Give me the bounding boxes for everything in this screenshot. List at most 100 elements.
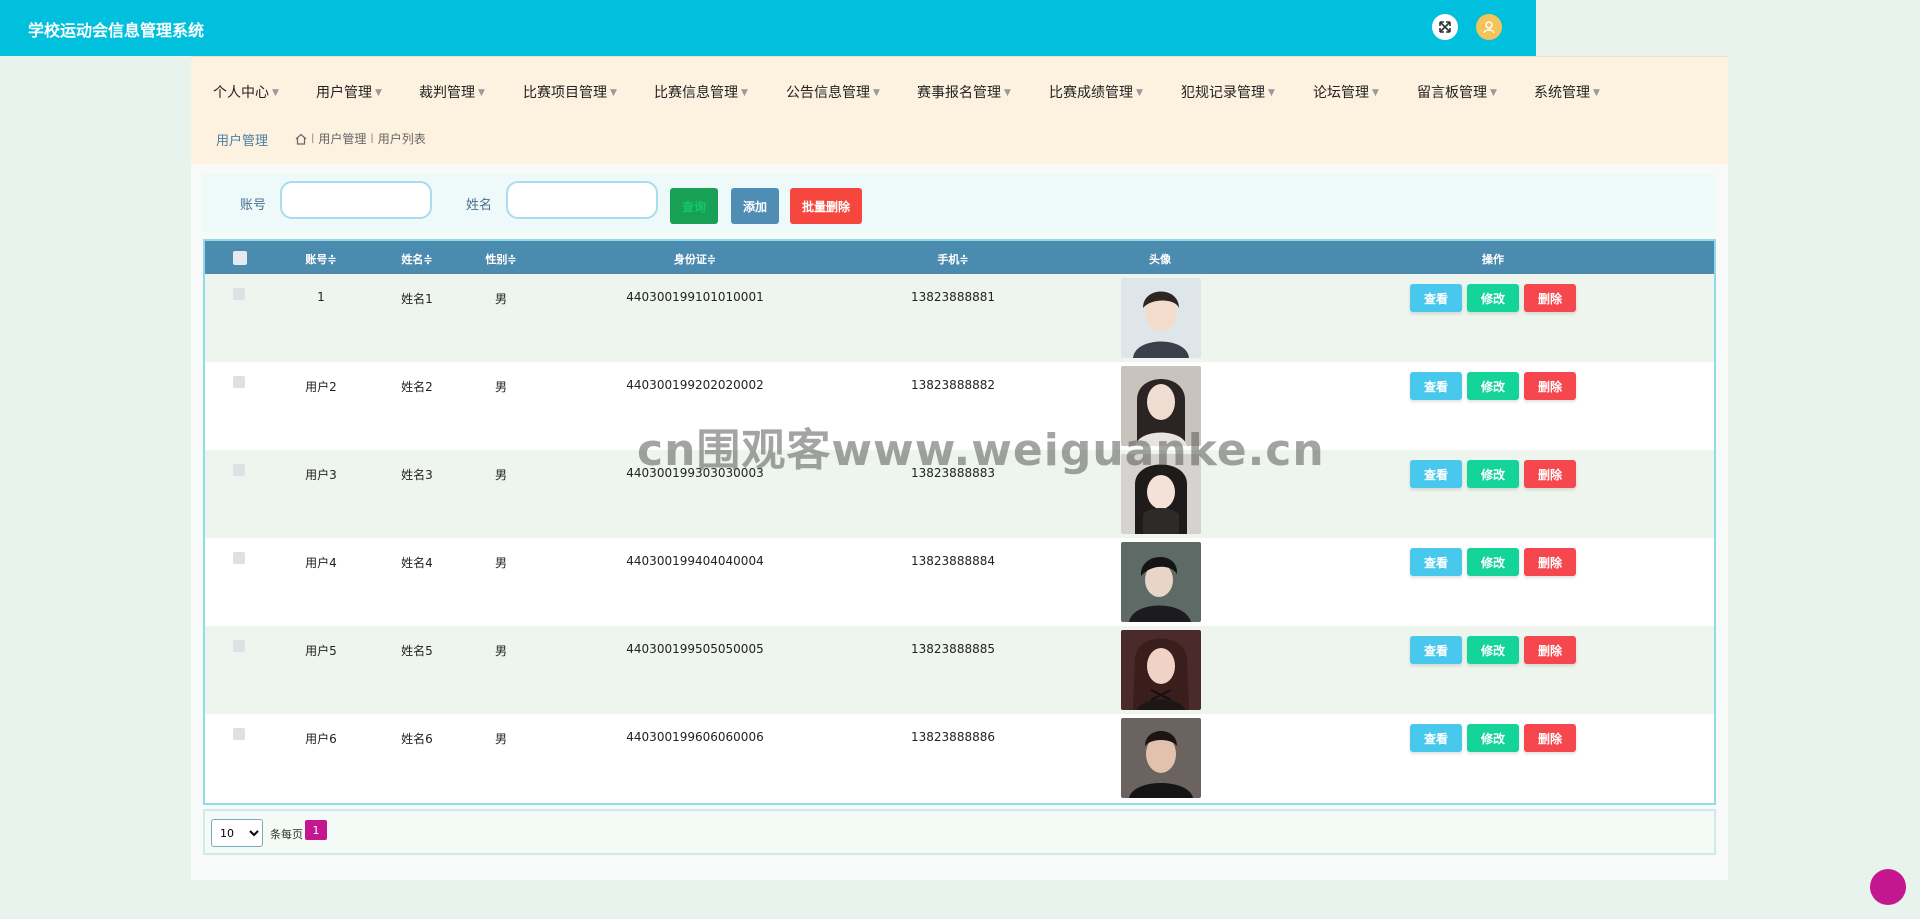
caret-down-icon: ▼	[272, 88, 279, 98]
edit-button[interactable]: 修改	[1467, 724, 1519, 752]
nav-item-foul-record-management[interactable]: 犯规记录管理 ▼	[1181, 82, 1275, 102]
caret-down-icon: ▼	[741, 88, 748, 98]
delete-button[interactable]: 删除	[1524, 548, 1576, 576]
nav-item-registration-management[interactable]: 赛事报名管理 ▼	[917, 82, 1011, 102]
breadcrumb-item[interactable]: 用户管理	[318, 130, 366, 147]
delete-button[interactable]: 删除	[1524, 724, 1576, 752]
nav-item-score-management[interactable]: 比赛成绩管理 ▼	[1049, 82, 1143, 102]
column-header-account[interactable]: 账号≑	[305, 251, 336, 267]
breadcrumb-separator: l	[311, 131, 315, 146]
account-search-input[interactable]	[280, 181, 432, 219]
row-checkbox[interactable]	[233, 288, 245, 300]
nav-item-event-project-management[interactable]: 比赛项目管理 ▼	[523, 82, 617, 102]
cell-id-card: 440300199404040004	[626, 554, 764, 568]
view-button[interactable]: 查看	[1410, 724, 1462, 752]
sort-icon: ≑	[959, 253, 969, 266]
cell-gender: 男	[494, 556, 508, 570]
column-header-gender[interactable]: 性别≑	[485, 251, 516, 267]
user-menu-button[interactable]	[1476, 14, 1502, 40]
edit-button[interactable]: 修改	[1467, 284, 1519, 312]
row-checkbox[interactable]	[233, 464, 245, 476]
row-checkbox[interactable]	[233, 376, 245, 388]
edit-button[interactable]: 修改	[1467, 548, 1519, 576]
edit-button[interactable]: 修改	[1467, 460, 1519, 488]
top-header: 学校运动会信息管理系统	[0, 0, 1536, 56]
app-title: 学校运动会信息管理系统	[28, 21, 205, 40]
cell-name: 姓名1	[401, 292, 433, 306]
row-checkbox[interactable]	[233, 640, 245, 652]
fullscreen-button[interactable]	[1432, 14, 1458, 40]
select-all-checkbox[interactable]	[233, 251, 247, 265]
view-button[interactable]: 查看	[1410, 460, 1462, 488]
cell-phone: 13823888886	[911, 730, 995, 744]
nav-item-referee-management[interactable]: 裁判管理 ▼	[419, 82, 485, 102]
nav-item-system-management[interactable]: 系统管理 ▼	[1534, 82, 1600, 102]
edit-button[interactable]: 修改	[1467, 372, 1519, 400]
cell-id-card: 440300199202020002	[626, 378, 764, 392]
row-checkbox[interactable]	[233, 728, 245, 740]
caret-down-icon: ▼	[1136, 88, 1143, 98]
edit-button[interactable]: 修改	[1467, 636, 1519, 664]
table-row: 1 姓名1 男 440300199101010001 13823888881 查…	[205, 274, 1714, 362]
breadcrumb-item: 用户列表	[377, 132, 426, 146]
cell-account: 用户3	[305, 468, 337, 482]
cell-name: 姓名2	[401, 380, 433, 394]
page-number-current[interactable]: 1	[305, 820, 327, 840]
add-button[interactable]: 添加	[731, 188, 779, 224]
main-nav: 个人中心 ▼ 用户管理 ▼ 裁判管理 ▼ 比赛项目管理 ▼ 比赛信息管理 ▼ 公告信息管理…	[191, 56, 1728, 114]
breadcrumb-bar: 用户管理 l 用户管理 l 用户列表	[191, 114, 1728, 164]
watermark: cn围观客www.weiguanke.cn	[637, 425, 1325, 476]
breadcrumb-separator: l	[370, 131, 374, 146]
nav-item-user-management[interactable]: 用户管理 ▼	[316, 82, 382, 102]
nav-item-personal-center[interactable]: 个人中心 ▼	[213, 82, 279, 102]
avatar-photo	[1121, 630, 1201, 710]
row-checkbox[interactable]	[233, 552, 245, 564]
expand-arrows-icon	[1439, 21, 1451, 33]
search-button[interactable]: 查询	[670, 188, 718, 224]
cell-phone: 13823888885	[911, 642, 995, 656]
delete-button[interactable]: 删除	[1524, 284, 1576, 312]
cell-account: 用户6	[305, 732, 337, 746]
cell-name: 姓名6	[401, 732, 433, 746]
cell-gender: 男	[494, 644, 508, 658]
cell-phone: 13823888881	[911, 290, 995, 304]
delete-button[interactable]: 删除	[1524, 372, 1576, 400]
sort-icon: ≑	[423, 253, 433, 266]
floating-action-button[interactable]	[1870, 869, 1906, 905]
page-title: 用户管理	[216, 134, 269, 149]
cell-gender: 男	[494, 468, 508, 482]
view-button[interactable]: 查看	[1410, 548, 1462, 576]
page-size-label: 条每页	[270, 828, 303, 841]
view-button[interactable]: 查看	[1410, 636, 1462, 664]
table-row: 用户4 姓名4 男 440300199404040004 13823888884…	[205, 538, 1714, 626]
caret-down-icon: ▼	[478, 88, 485, 98]
nav-item-message-board-management[interactable]: 留言板管理 ▼	[1417, 82, 1497, 102]
cell-name: 姓名3	[401, 468, 433, 482]
home-icon[interactable]	[295, 133, 307, 145]
name-search-input[interactable]	[506, 181, 658, 219]
batch-delete-button[interactable]: 批量删除	[790, 188, 862, 224]
column-header-id-card[interactable]: 身份证≑	[674, 251, 716, 267]
page-size-select[interactable]: 10	[211, 819, 263, 847]
caret-down-icon: ▼	[1593, 88, 1600, 98]
table-header: 账号≑ 姓名≑ 性别≑ 身份证≑ 手机≑ 头像 操作	[205, 241, 1714, 274]
column-header-name[interactable]: 姓名≑	[401, 251, 432, 267]
cell-name: 姓名5	[401, 644, 433, 658]
delete-button[interactable]: 删除	[1524, 636, 1576, 664]
nav-item-forum-management[interactable]: 论坛管理 ▼	[1313, 82, 1379, 102]
delete-button[interactable]: 删除	[1524, 460, 1576, 488]
view-button[interactable]: 查看	[1410, 284, 1462, 312]
column-header-avatar: 头像	[1149, 253, 1171, 266]
column-header-actions: 操作	[1482, 253, 1504, 266]
nav-item-announcement-management[interactable]: 公告信息管理 ▼	[786, 82, 880, 102]
column-header-phone[interactable]: 手机≑	[937, 251, 968, 267]
cell-id-card: 440300199101010001	[626, 290, 764, 304]
sort-icon: ≑	[327, 253, 337, 266]
view-button[interactable]: 查看	[1410, 372, 1462, 400]
name-label: 姓名	[466, 198, 493, 213]
search-bar: 账号 姓名 查询 添加 批量删除	[203, 174, 1716, 232]
table-row: 用户6 姓名6 男 440300199606060006 13823888886…	[205, 714, 1714, 802]
cell-phone: 13823888882	[911, 378, 995, 392]
caret-down-icon: ▼	[1004, 88, 1011, 98]
nav-item-match-info-management[interactable]: 比赛信息管理 ▼	[654, 82, 748, 102]
